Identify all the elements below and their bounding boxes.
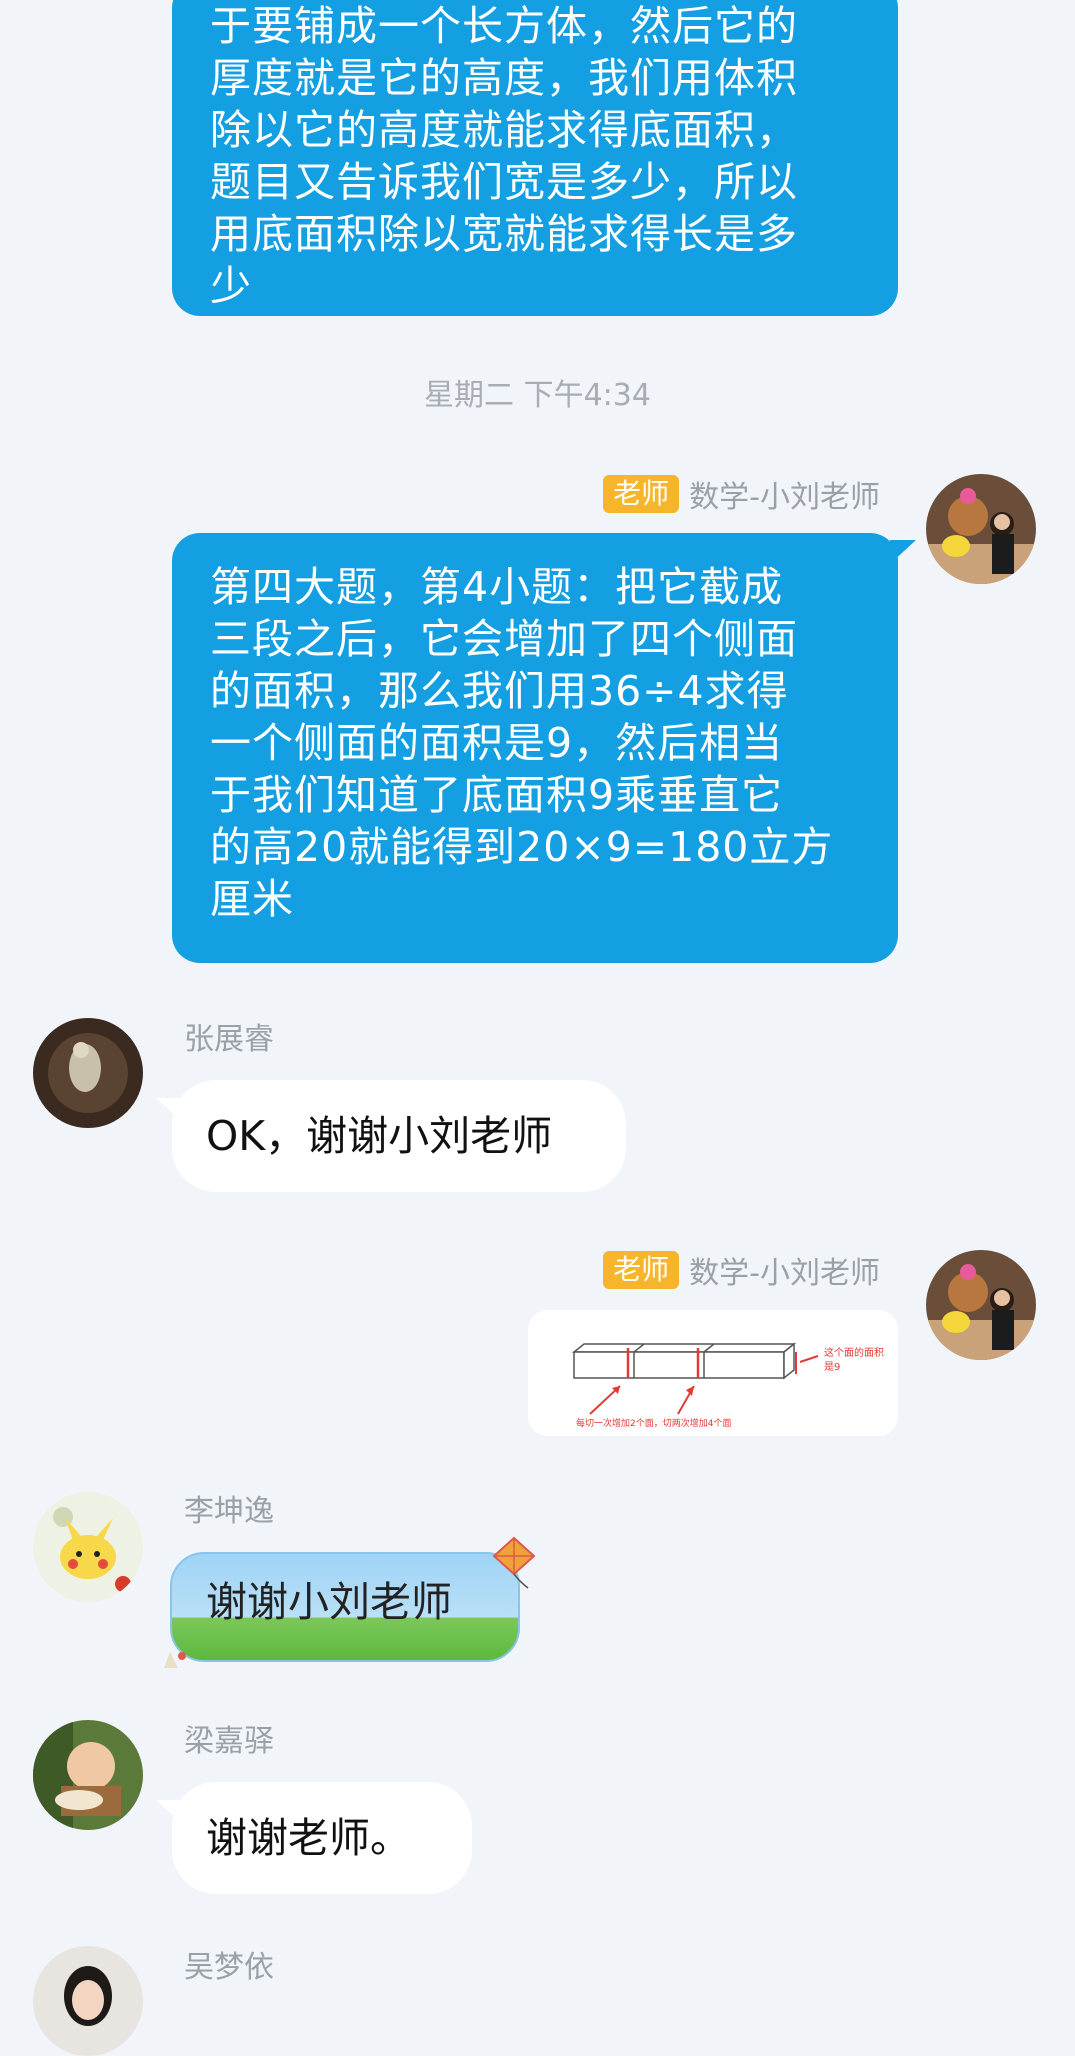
- timestamp: 星期二 下午4:34: [424, 378, 651, 413]
- sender-name: 梁嘉驿: [184, 1724, 274, 1759]
- sender-name: 张展睿: [184, 1022, 274, 1057]
- message-line: 第四大题，第4小题：把它截成: [210, 563, 784, 611]
- diagram-note: 这个面的面积: [824, 1346, 884, 1359]
- message-line: 少: [210, 262, 252, 310]
- message-text: 谢谢老师。: [206, 1814, 411, 1862]
- message-line: 的高20就能得到20×9=180立方: [210, 823, 834, 871]
- image-message[interactable]: 这个面的面积 是9 每切一次增加2个面，切两次增加4个面: [528, 1310, 898, 1436]
- teacher-avatar[interactable]: [926, 1250, 1036, 1360]
- teacher-message-bubble[interactable]: 第四大题，第4小题：把它截成 三段之后，它会增加了四个侧面 的面积，那么我们用3…: [172, 533, 898, 963]
- message-line: 的面积，那么我们用36÷4求得: [210, 667, 789, 715]
- message-line: 于我们知道了底面积9乘垂直它: [210, 771, 784, 819]
- teacher-badge: 老师: [603, 475, 680, 513]
- kite-icon: [492, 1536, 536, 1589]
- message-line: 题目又告诉我们宽是多少，所以: [210, 158, 798, 206]
- sender-name: 数学-小刘老师: [689, 1256, 880, 1291]
- diagram-image: 这个面的面积 是9 每切一次增加2个面，切两次增加4个面: [571, 1342, 884, 1429]
- student-avatar[interactable]: [33, 1018, 143, 1128]
- message-line: 厘米: [210, 875, 294, 923]
- student-avatar[interactable]: [33, 1946, 143, 2056]
- student-avatar[interactable]: [33, 1492, 143, 1602]
- message-text: 谢谢小刘老师: [206, 1578, 452, 1626]
- message-line: 三段之后，它会增加了四个侧面: [210, 615, 798, 663]
- bubble-tail: [156, 1800, 180, 1822]
- student-avatar[interactable]: [33, 1720, 143, 1830]
- grass-decoration: [164, 1652, 186, 1668]
- message-line: 于要铺成一个长方体，然后它的: [210, 2, 798, 50]
- teacher-message-bubble[interactable]: 于要铺成一个长方体，然后它的 厚度就是它的高度，我们用体积 除以它的高度就能求得…: [172, 0, 898, 316]
- sender-header: 老师 数学-小刘老师: [603, 472, 880, 516]
- message-line: 厚度就是它的高度，我们用体积: [210, 54, 798, 102]
- message-text: OK，谢谢小刘老师: [206, 1112, 553, 1160]
- sender-header: 老师 数学-小刘老师: [603, 1248, 880, 1292]
- bubble-tail: [890, 540, 916, 564]
- diagram-note: 每切一次增加2个面，切两次增加4个面: [576, 1417, 731, 1429]
- message-line: 一个侧面的面积是9，然后相当: [210, 719, 784, 767]
- student-message-bubble[interactable]: OK，谢谢小刘老师: [172, 1080, 626, 1192]
- teacher-badge: 老师: [603, 1251, 680, 1289]
- sender-name: 数学-小刘老师: [689, 480, 880, 515]
- sender-name: 李坤逸: [184, 1494, 274, 1529]
- student-message-bubble[interactable]: 谢谢小刘老师: [170, 1552, 520, 1662]
- bubble-tail: [156, 1098, 180, 1120]
- student-message-bubble[interactable]: 谢谢老师。: [172, 1782, 472, 1894]
- message-line: 用底面积除以宽就能求得长是多: [210, 210, 798, 258]
- diagram-note: 是9: [824, 1361, 840, 1373]
- sender-name: 吴梦依: [184, 1950, 274, 1985]
- message-line: 除以它的高度就能求得底面积，: [210, 106, 798, 154]
- teacher-avatar[interactable]: [926, 474, 1036, 584]
